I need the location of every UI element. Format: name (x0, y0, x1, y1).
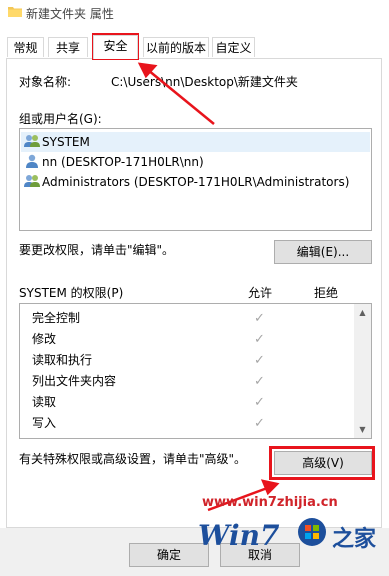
watermark-logo: Win7 (198, 519, 280, 552)
windows-logo-icon (298, 518, 326, 546)
tab-security[interactable]: 安全 (93, 35, 138, 59)
annotation-arrows (137, 62, 280, 512)
watermark-url: www.win7zhijia.cn (202, 495, 338, 510)
watermark-suffix: 之家 (332, 527, 377, 552)
